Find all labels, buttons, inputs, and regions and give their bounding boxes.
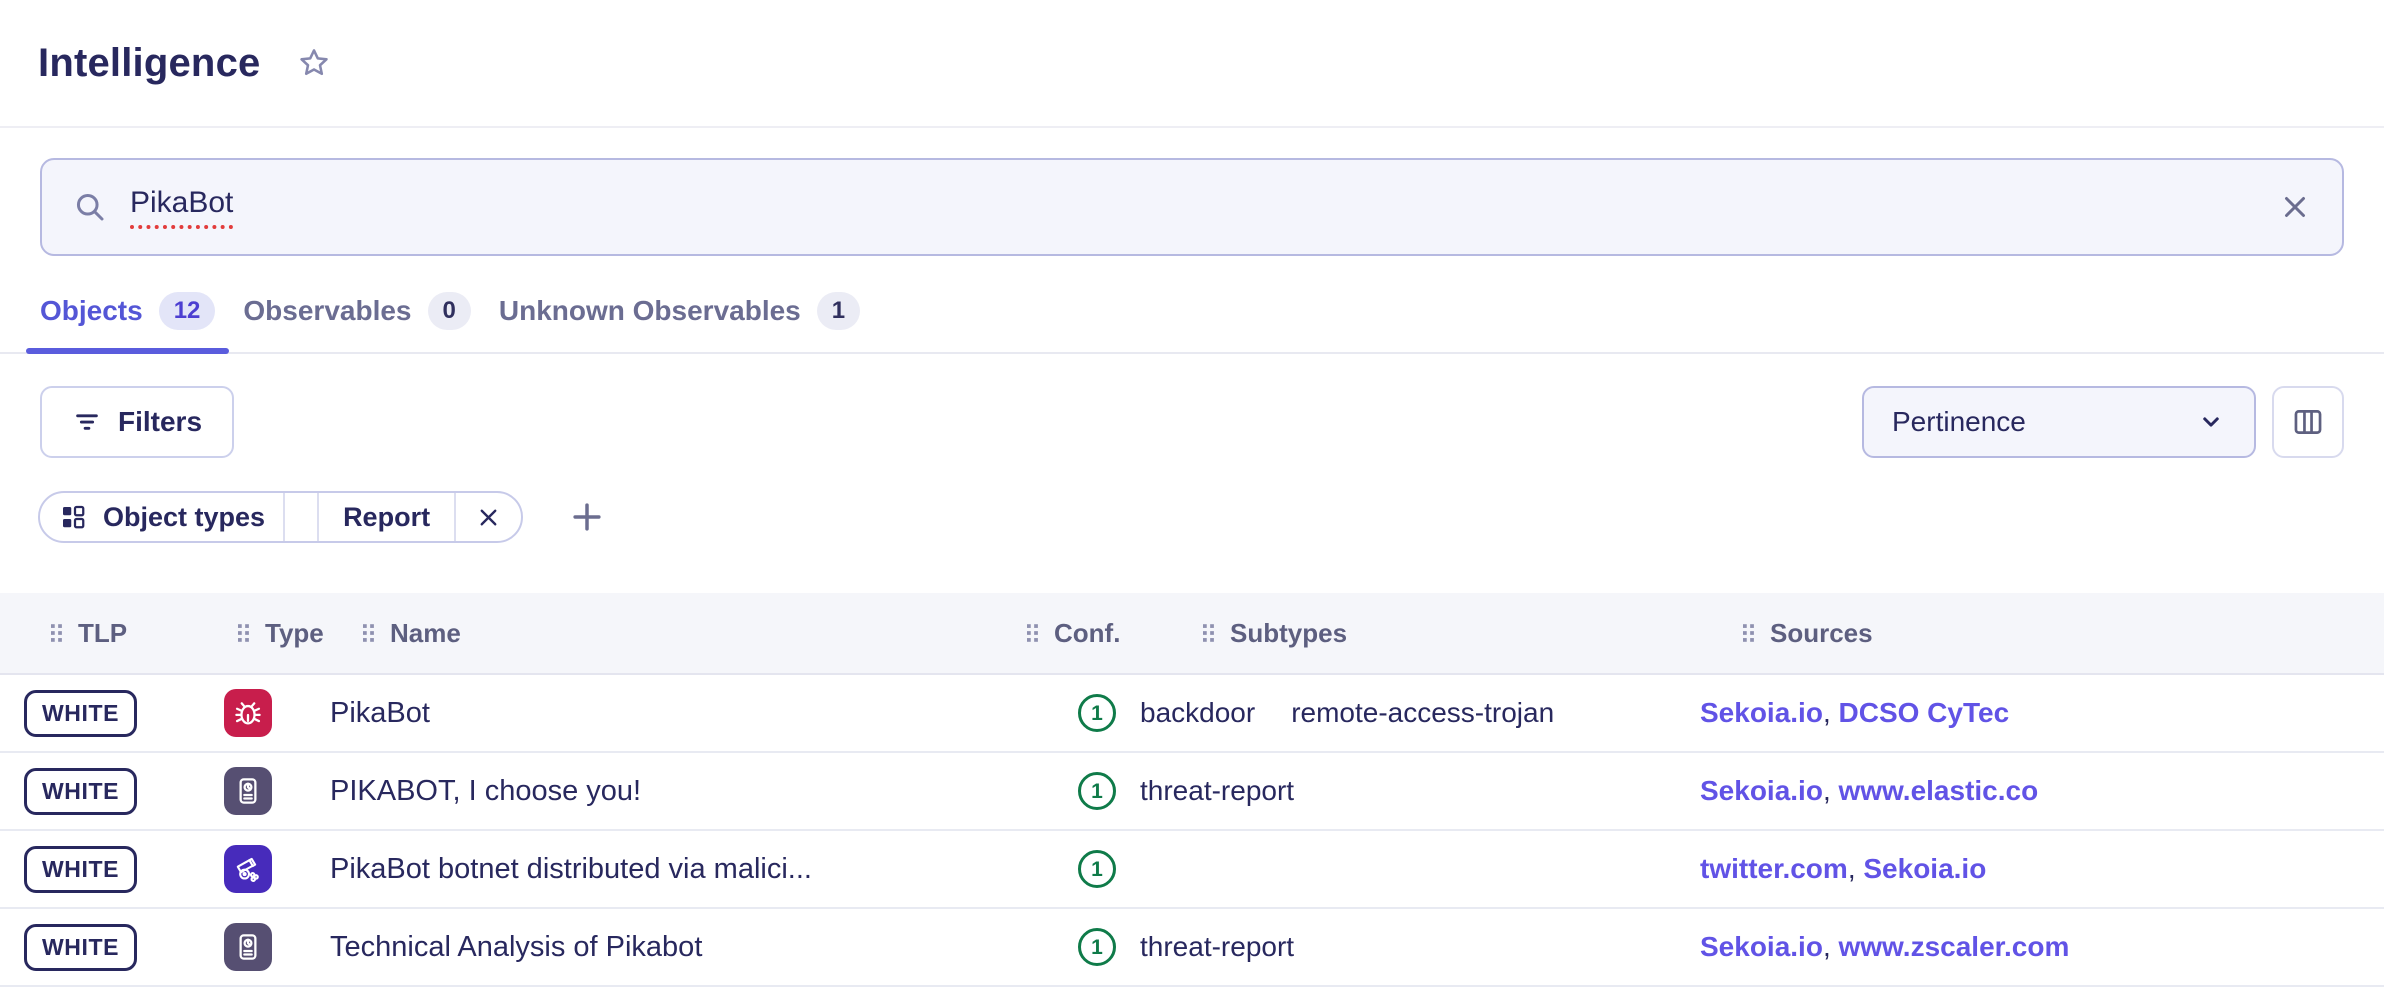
plus-icon [568,498,606,536]
tab-objects[interactable]: Objects 12 [26,278,229,352]
object-name: PikaBot [330,697,1016,730]
column-header-tlp[interactable]: TLP [24,618,224,649]
filter-chip-field[interactable]: Object types [40,493,283,541]
filter-chip-object-types[interactable]: Object types Report [38,491,523,543]
tlp-badge: WHITE [24,690,137,737]
source-link[interactable]: www.zscaler.com [1839,931,2070,962]
filters-button[interactable]: Filters [40,386,234,458]
column-label: TLP [78,618,127,649]
drag-handle-icon[interactable] [48,622,65,644]
malware-icon [224,689,272,737]
tab-bar: Objects 12 Observables 0 Unknown Observa… [0,278,2384,354]
clear-search-icon[interactable] [2278,190,2312,224]
column-header-conf[interactable]: Conf. [1016,618,1140,649]
remove-filter-icon[interactable] [454,493,521,541]
chevron-down-icon [2196,407,2226,437]
tab-unknown-observables[interactable]: Unknown Observables 1 [485,278,874,352]
table-header-row: TLP Type Name Conf. Subtypes Sources [0,593,2384,675]
confidence-badge: 1 [1078,772,1116,810]
tlp-badge: WHITE [24,924,137,971]
sort-select-value: Pertinence [1892,406,2026,438]
source-link[interactable]: Sekoia.io [1700,697,1839,728]
search-icon [72,189,108,225]
object-name: PIKABOT, I choose you! [330,775,1016,808]
drag-handle-icon[interactable] [1024,622,1041,644]
report-icon [224,923,272,971]
filter-chip-operator[interactable] [283,493,317,541]
object-name: Technical Analysis of Pikabot [330,931,1016,964]
filters-button-label: Filters [118,406,202,438]
columns-icon [2291,405,2325,439]
filter-chip-field-label: Object types [103,502,265,533]
confidence-badge: 1 [1078,850,1116,888]
table-row[interactable]: WHITE Technical Analysis of Pikabot 1 th… [0,909,2384,987]
object-types-icon [58,502,88,532]
source-link[interactable]: Sekoia.io [1700,931,1839,962]
table-row[interactable]: WHITE PikaBot botnet distributed via mal… [0,831,2384,909]
tab-observables-count-badge: 0 [428,292,471,330]
tab-observables[interactable]: Observables 0 [229,278,484,352]
drag-handle-icon[interactable] [1200,622,1217,644]
tlp-badge: WHITE [24,846,137,893]
tab-unknown-observables-count-badge: 1 [817,292,860,330]
source-link[interactable]: twitter.com [1700,853,1863,884]
drag-handle-icon[interactable] [1740,622,1757,644]
results-table: TLP Type Name Conf. Subtypes Sources WHI… [0,593,2384,987]
campaign-icon [224,845,272,893]
tab-objects-label: Objects [40,295,143,327]
subtype-label: backdoor [1140,697,1255,729]
add-filter-button[interactable] [565,495,609,539]
subtype-label: threat-report [1140,931,1294,963]
column-label: Sources [1770,618,1873,649]
column-label: Conf. [1054,618,1120,649]
toolbar-right: Pertinence [1862,386,2344,458]
column-label: Type [265,618,324,649]
confidence-badge: 1 [1078,694,1116,732]
tab-unknown-observables-label: Unknown Observables [499,295,801,327]
sort-select[interactable]: Pertinence [1862,386,2256,458]
tab-objects-count-badge: 12 [159,292,216,330]
source-link[interactable]: DCSO CyTec [1839,697,2010,728]
confidence-badge: 1 [1078,928,1116,966]
column-header-subtypes[interactable]: Subtypes [1140,618,1700,649]
filter-icon [72,407,102,437]
columns-button[interactable] [2272,386,2344,458]
search-bar[interactable]: PikaBot [40,158,2344,256]
report-icon [224,767,272,815]
drag-handle-icon[interactable] [360,622,377,644]
search-input[interactable]: PikaBot [130,186,233,229]
subtype-label: threat-report [1140,775,1294,807]
table-row[interactable]: WHITE PIKABOT, I choose you! 1 threat-re… [0,753,2384,831]
active-filters-row: Object types Report [38,491,2344,543]
column-header-name[interactable]: Name [330,618,1016,649]
tlp-badge: WHITE [24,768,137,815]
table-row[interactable]: WHITE PikaBot 1 backdoor remote-access-t… [0,675,2384,753]
source-link[interactable]: www.elastic.co [1839,775,2039,806]
tab-observables-label: Observables [243,295,411,327]
column-header-type[interactable]: Type [224,618,330,649]
toolbar: Filters Pertinence [40,386,2344,458]
filter-chip-value[interactable]: Report [317,493,454,541]
source-link[interactable]: Sekoia.io [1700,775,1839,806]
subtype-label: remote-access-trojan [1291,697,1554,729]
source-link[interactable]: Sekoia.io [1863,853,1986,884]
drag-handle-icon[interactable] [235,622,252,644]
object-name: PikaBot botnet distributed via malici... [330,853,1016,886]
page-title: Intelligence [38,41,260,86]
column-label: Subtypes [1230,618,1347,649]
page-header: Intelligence [0,0,2384,128]
column-label: Name [390,618,461,649]
favorite-star-icon[interactable] [296,45,332,81]
column-header-sources[interactable]: Sources [1700,618,2360,649]
